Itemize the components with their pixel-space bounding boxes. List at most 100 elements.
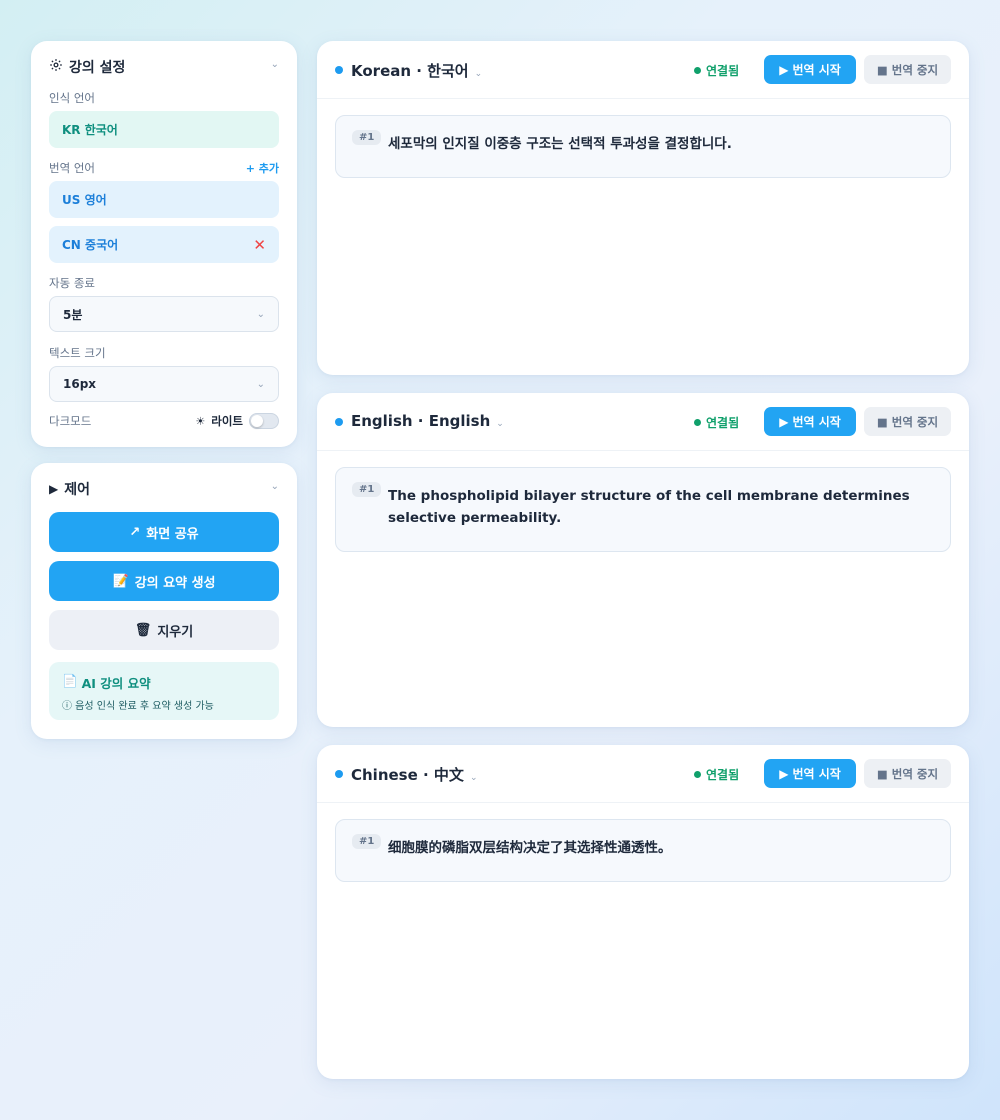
translation-panel-english: English · English ⌄ 연결됨 ▶ 번역 시작 ■ 번역 중지 #… [317, 393, 969, 727]
ai-summary-box: 📄 AI 강의 요약 ⓘ 음성 인식 완료 후 요약 생성 가능 [49, 662, 279, 720]
toggle-knob [251, 415, 263, 427]
dark-mode-label: 다크모드 [49, 414, 92, 428]
auto-end-select[interactable]: 5분 ⌄ [49, 296, 279, 332]
clear-label: 지우기 [157, 624, 194, 640]
start-translation-button[interactable]: ▶ 번역 시작 [764, 759, 856, 788]
language-dot [335, 770, 343, 778]
language-dot [335, 418, 343, 426]
document-icon: 📄 [62, 673, 78, 688]
gear-icon [49, 58, 63, 76]
connection-status: 연결됨 [694, 414, 739, 431]
recognition-language-select[interactable]: KR 한국어 [49, 111, 279, 148]
start-translation-button[interactable]: ▶ 번역 시작 [764, 407, 856, 436]
start-label: 번역 시작 [792, 63, 841, 77]
chevron-down-icon: ⌄ [256, 308, 265, 320]
panel-title: Chinese · 中文 [351, 766, 464, 784]
stop-icon: ■ [876, 414, 888, 429]
play-icon: ▶ [779, 62, 789, 77]
translation-language-value: US 영어 [62, 193, 107, 207]
translation-panel-korean: Korean · 한국어 ⌄ 연결됨 ▶ 번역 시작 ■ 번역 중지 #1 세포막… [317, 41, 969, 375]
share-screen-button[interactable]: ↗ 화면 공유 [49, 512, 279, 552]
stop-translation-button[interactable]: ■ 번역 중지 [864, 55, 951, 84]
control-title-label: 제어 [64, 482, 90, 498]
segment-text: 세포막의 인지질 이중층 구조는 선택적 투과성을 결정합니다. [388, 136, 732, 152]
chevron-down-icon: ⌄ [496, 419, 504, 429]
control-title[interactable]: ▶ 제어 [49, 479, 90, 499]
generate-summary-button[interactable]: 📝 강의 요약 생성 [49, 561, 279, 601]
status-label: 연결됨 [706, 64, 740, 78]
settings-title-label: 강의 설정 [69, 60, 126, 76]
panel-language-select[interactable]: Chinese · 中文 ⌄ [351, 764, 477, 785]
transcript-segment: #1 细胞膜的磷脂双层结构决定了其选择性通透性。 [335, 819, 951, 882]
panel-header: Korean · 한국어 ⌄ 연결됨 ▶ 번역 시작 ■ 번역 중지 [317, 41, 969, 99]
settings-title[interactable]: 강의 설정 [49, 57, 125, 77]
play-icon: ▶ [779, 766, 789, 781]
chevron-down-icon: ⌄ [469, 773, 478, 783]
control-card: ▶ 제어 ⌄ ↗ 화면 공유 📝 강의 요약 생성 🗑 지우기 📄 AI 강의 … [31, 463, 297, 739]
clear-button[interactable]: 🗑 지우기 [49, 610, 279, 650]
auto-end-label: 자동 종료 [49, 276, 95, 290]
dark-mode-toggle[interactable] [249, 413, 279, 429]
panel-header: English · English ⌄ 연결됨 ▶ 번역 시작 ■ 번역 중지 [317, 393, 969, 451]
start-translation-button[interactable]: ▶ 번역 시작 [764, 55, 856, 84]
status-dot [694, 419, 701, 426]
stop-translation-button[interactable]: ■ 번역 중지 [864, 759, 951, 788]
add-language-button[interactable]: + 추가 [246, 160, 279, 176]
summary-note: ⓘ 음성 인식 완료 후 요약 생성 가능 [62, 701, 214, 712]
connection-status: 연결됨 [694, 766, 739, 783]
stop-icon: ■ [876, 62, 888, 77]
sun-icon: ☀ [195, 414, 206, 428]
panel-title: Korean · 한국어 [351, 62, 469, 80]
chevron-down-icon: ⌄ [474, 69, 483, 79]
status-label: 연결됨 [706, 416, 740, 430]
stop-label: 번역 중지 [891, 766, 939, 781]
transcript-segment: #1 The phospholipid bilayer structure of… [335, 467, 951, 552]
share-screen-label: 화면 공유 [146, 526, 199, 542]
language-dot [335, 66, 343, 74]
transcript-segment: #1 세포막의 인지질 이중층 구조는 선택적 투과성을 결정합니다. [335, 115, 951, 178]
status-dot [694, 771, 701, 778]
chevron-down-icon: ⌄ [256, 378, 265, 390]
share-icon: ↗ [129, 524, 141, 540]
stop-icon: ■ [876, 766, 888, 781]
trash-icon: 🗑 [134, 622, 152, 638]
auto-end-value: 5분 [63, 307, 83, 322]
panel-language-select[interactable]: Korean · 한국어 ⌄ [351, 60, 482, 81]
connection-status: 연결됨 [694, 62, 739, 79]
summary-title: AI 강의 요약 [81, 676, 151, 691]
panel-header: Chinese · 中文 ⌄ 연결됨 ▶ 번역 시작 ■ 번역 중지 [317, 745, 969, 803]
recognition-language-value: KR 한국어 [62, 123, 118, 137]
generate-summary-label: 강의 요약 생성 [134, 575, 216, 591]
play-icon: ▶ [779, 414, 789, 429]
panel-title: English · English [351, 412, 491, 430]
segment-text: The phospholipid bilayer structure of th… [388, 488, 910, 526]
status-dot [694, 67, 701, 74]
translation-language-value: CN 중국어 [62, 238, 119, 252]
theme-label: 라이트 [211, 414, 243, 428]
text-size-value: 16px [63, 377, 97, 391]
translation-language-item[interactable]: US 영어 [49, 181, 279, 218]
segment-number: #1 [352, 482, 382, 497]
stop-label: 번역 중지 [891, 62, 939, 77]
start-label: 번역 시작 [792, 767, 841, 781]
translation-language-label: 번역 언어 [49, 161, 95, 175]
status-label: 연결됨 [706, 768, 740, 782]
play-icon: ▶ [49, 482, 59, 496]
settings-card: 강의 설정 ⌄ 인식 언어 KR 한국어 번역 언어 + 추가 US 영어 CN… [31, 41, 297, 447]
chevron-down-icon[interactable]: ⌄ [271, 59, 279, 70]
text-size-select[interactable]: 16px ⌄ [49, 366, 279, 402]
stop-translation-button[interactable]: ■ 번역 중지 [864, 407, 951, 436]
memo-icon: 📝 [112, 573, 129, 589]
recognition-language-label: 인식 언어 [49, 91, 95, 105]
translation-panel-chinese: Chinese · 中文 ⌄ 연결됨 ▶ 번역 시작 ■ 번역 중지 #1 细胞膜… [317, 745, 969, 1079]
stop-label: 번역 중지 [891, 414, 939, 429]
text-size-label: 텍스트 크기 [49, 346, 106, 360]
segment-number: #1 [352, 834, 382, 849]
segment-text: 细胞膜的磷脂双层结构决定了其选择性通透性。 [388, 840, 672, 856]
dark-mode-row: 다크모드 ☀ 라이트 [49, 413, 279, 429]
translation-language-item[interactable]: CN 중국어 ✕ [49, 226, 279, 263]
chevron-down-icon[interactable]: ⌄ [271, 481, 279, 492]
segment-number: #1 [352, 130, 382, 145]
panel-language-select[interactable]: English · English ⌄ [351, 412, 504, 430]
remove-language-icon[interactable]: ✕ [253, 236, 266, 254]
